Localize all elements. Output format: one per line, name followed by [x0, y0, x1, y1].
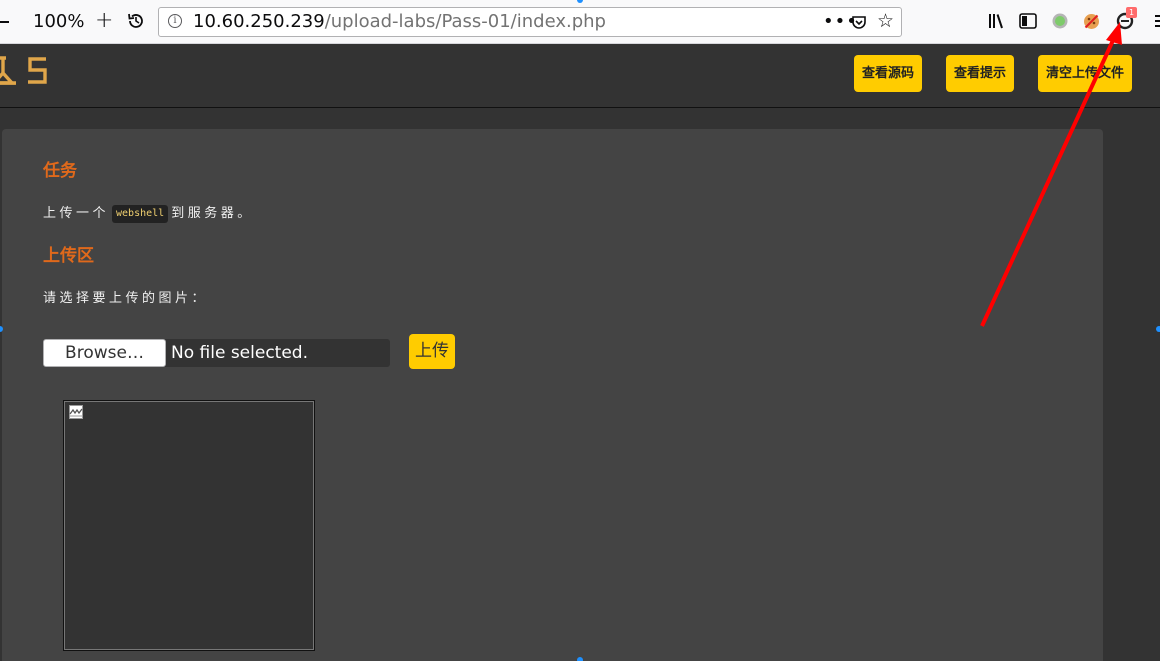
- task-text-after: 到服务器。: [171, 206, 254, 221]
- zoom-level[interactable]: 100%: [33, 11, 84, 33]
- extension-green-icon[interactable]: [1052, 13, 1068, 29]
- upload-prompt: 请选择要上传的图片：: [43, 291, 209, 306]
- site-info-icon[interactable]: i: [168, 14, 182, 28]
- history-icon[interactable]: [126, 11, 146, 31]
- task-text-before: 上传一个: [43, 206, 110, 221]
- view-source-button[interactable]: 查看源码: [854, 55, 922, 92]
- hamburger-menu-icon[interactable]: [1155, 14, 1160, 28]
- url-path: /upload-labs/Pass-01/index.php: [324, 11, 606, 32]
- upload-labs-logo-icon[interactable]: [0, 55, 50, 87]
- upload-submit-button[interactable]: 上传: [409, 334, 455, 369]
- broken-image-icon: [69, 405, 83, 419]
- task-heading: 任务: [43, 161, 77, 181]
- url-host: 10.60.250.239: [193, 11, 325, 32]
- file-input[interactable]: Browse… No file selected.: [43, 339, 390, 367]
- sidebar-icon[interactable]: [1019, 13, 1037, 29]
- cookie-extension-icon[interactable]: [1083, 13, 1100, 30]
- browser-toolbar: 100% + i 10.60.250.239/upload-labs/Pass-…: [0, 0, 1160, 44]
- clear-uploads-button[interactable]: 清空上传文件: [1038, 55, 1132, 92]
- selection-handle-bottom[interactable]: [577, 657, 583, 661]
- url-bar[interactable]: i 10.60.250.239/upload-labs/Pass-01/inde…: [158, 7, 902, 37]
- zoom-in-icon[interactable]: +: [95, 10, 113, 32]
- view-hint-button[interactable]: 查看提示: [946, 55, 1014, 92]
- main-panel: 任务 上传一个 webshell 到服务器。 上传区 请选择要上传的图片： Brow…: [2, 129, 1103, 661]
- upload-heading: 上传区: [43, 246, 94, 266]
- task-description: 上传一个 webshell 到服务器。: [43, 204, 254, 224]
- pocket-icon[interactable]: [851, 14, 867, 30]
- selection-handle-right[interactable]: [1156, 326, 1160, 332]
- image-preview: [63, 400, 315, 651]
- screen: 100% + i 10.60.250.239/upload-labs/Pass-…: [0, 0, 1160, 661]
- browse-button[interactable]: Browse…: [43, 339, 166, 367]
- bookmark-star-icon[interactable]: ☆: [877, 11, 894, 31]
- site-header: 查看源码 查看提示 清空上传文件: [0, 44, 1160, 108]
- extension-badge: 1: [1126, 7, 1137, 18]
- file-status: No file selected.: [171, 343, 308, 363]
- webshell-code: webshell: [112, 205, 169, 223]
- zoom-out-icon[interactable]: [0, 21, 9, 23]
- url-text[interactable]: 10.60.250.239/upload-labs/Pass-01/index.…: [193, 11, 606, 33]
- library-icon[interactable]: [987, 12, 1005, 30]
